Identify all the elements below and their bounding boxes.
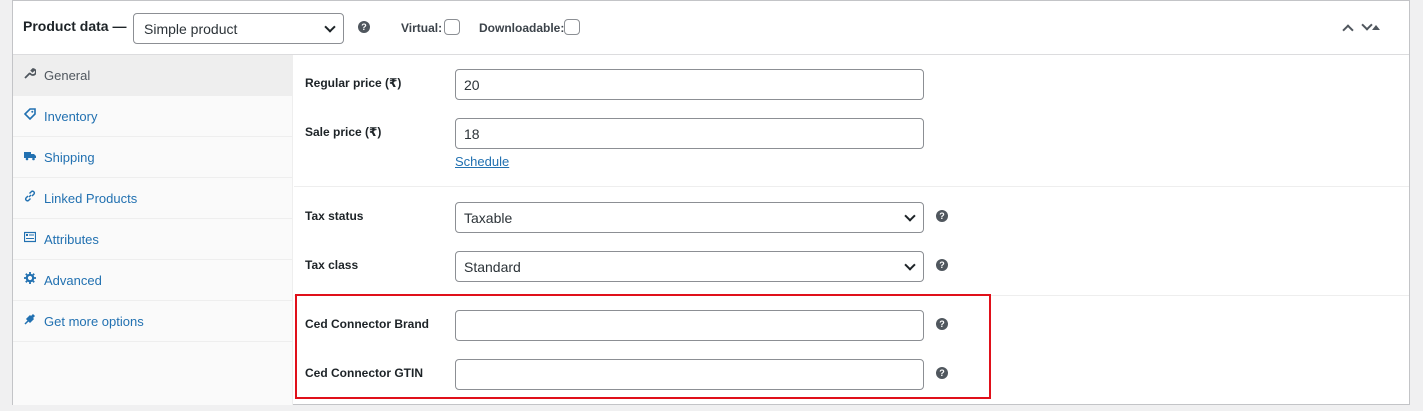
link-icon [25, 190, 35, 202]
tab-label: Get more options [44, 314, 144, 329]
chevron-up-icon [1342, 24, 1354, 36]
tax-status-label: Tax status [305, 209, 364, 223]
help-icon[interactable]: ? [936, 210, 948, 222]
tab-label: Linked Products [44, 191, 138, 206]
wrench-icon [24, 68, 36, 79]
help-icon[interactable]: ? [936, 259, 948, 271]
tab-label: Shipping [44, 150, 95, 165]
schedule-link[interactable]: Schedule [455, 154, 509, 169]
regular-price-input[interactable]: 20 [455, 69, 924, 100]
section-divider [294, 186, 1409, 187]
tab-linked-products[interactable]: Linked Products [13, 178, 293, 219]
move-up-button[interactable] [1341, 21, 1355, 36]
help-icon[interactable]: ? [358, 21, 370, 33]
product-data-tabs: General Inventory Shipping Linked Produc… [13, 55, 293, 405]
chevron-down-icon [324, 21, 336, 33]
chevron-down-icon [904, 210, 916, 222]
truck-icon [24, 152, 36, 161]
product-type-value: Simple product [144, 21, 238, 37]
virtual-checkbox[interactable] [444, 19, 460, 35]
gear-icon [24, 272, 36, 284]
tax-class-label: Tax class [305, 258, 359, 272]
list-card-icon [24, 231, 36, 243]
virtual-label: Virtual: [401, 21, 443, 35]
chevron-down-icon [904, 259, 916, 271]
downloadable-checkbox[interactable] [564, 19, 580, 35]
product-type-select[interactable]: Simple product [133, 13, 344, 44]
sale-price-input[interactable]: 18 [455, 118, 924, 149]
tab-label: Advanced [44, 273, 102, 288]
tab-label: General [44, 68, 91, 83]
regular-price-label: Regular price (₹) [305, 76, 402, 90]
downloadable-label: Downloadable: [479, 21, 565, 35]
tax-status-select[interactable]: Taxable [455, 202, 924, 233]
sale-price-value: 18 [464, 126, 480, 142]
highlight-box [295, 294, 991, 399]
regular-price-value: 20 [464, 77, 480, 93]
tab-label: Inventory [44, 109, 98, 124]
tab-label: Attributes [44, 232, 99, 247]
sale-price-label: Sale price (₹) [305, 125, 382, 139]
tab-attributes[interactable]: Attributes [13, 219, 293, 260]
tax-class-select[interactable]: Standard [455, 251, 924, 282]
tab-general[interactable]: General [13, 55, 293, 96]
tab-get-more-options[interactable]: Get more options [13, 301, 293, 342]
panel-title: Product data — [23, 18, 127, 34]
tab-shipping[interactable]: Shipping [13, 137, 293, 178]
tax-status-value: Taxable [464, 210, 513, 226]
tag-icon [24, 108, 36, 120]
panel-header: Product data — Simple product ? Virtual:… [13, 1, 1409, 55]
tab-inventory[interactable]: Inventory [13, 96, 293, 137]
chevron-down-icon [1361, 19, 1373, 31]
tab-advanced[interactable]: Advanced [13, 260, 293, 301]
plugin-icon [24, 313, 36, 325]
collapse-toggle-icon[interactable] [1372, 25, 1380, 30]
tax-class-value: Standard [464, 259, 521, 275]
